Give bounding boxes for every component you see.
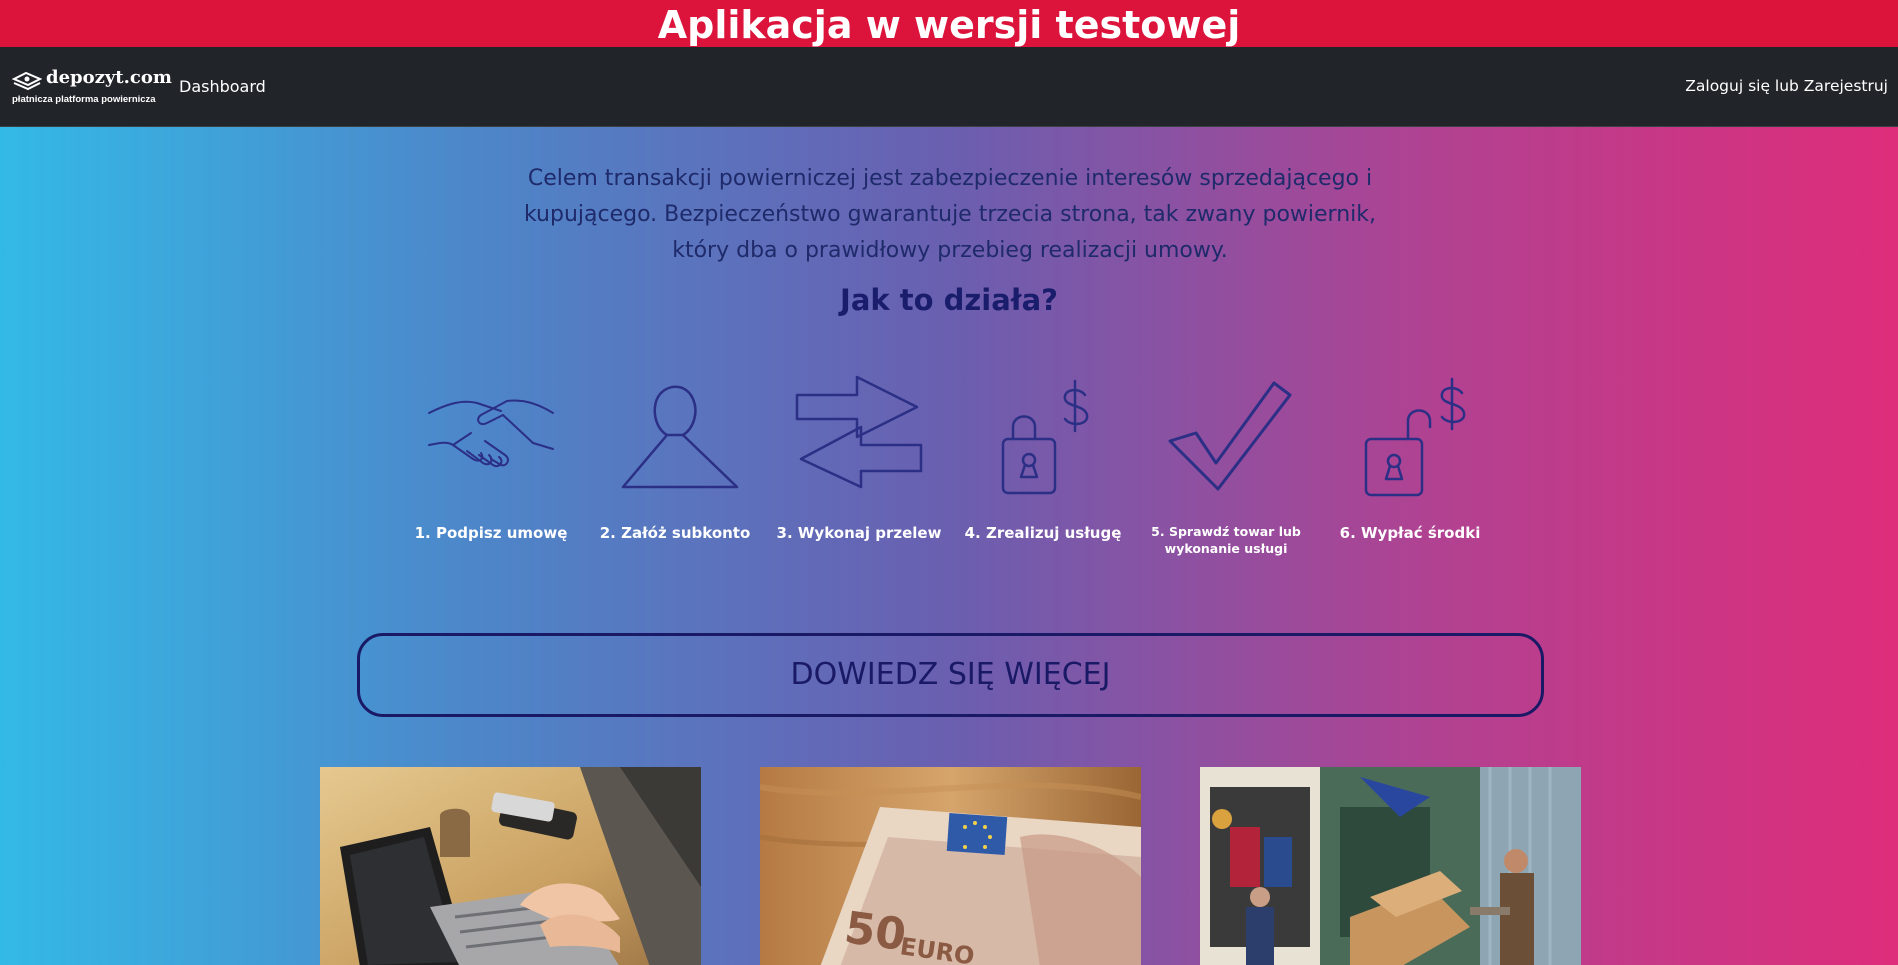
step-label: 6. Wypłać środki [1339, 524, 1481, 542]
top-navbar: depozyt.com płatnicza platforma powierni… [0, 47, 1898, 127]
brand-tagline: płatnicza platforma powiernicza [12, 94, 156, 105]
step-label: 1. Podpisz umowę [414, 524, 568, 542]
test-version-banner: Aplikacja w wersji testowej [0, 0, 1898, 47]
photo-laptop [320, 767, 701, 965]
brand-logo[interactable]: depozyt.com płatnicza platforma powierni… [12, 67, 172, 109]
hero-section: Celem transakcji powierniczej jest zabez… [0, 127, 1898, 965]
nav-link-dashboard[interactable]: Dashboard [179, 77, 266, 96]
learn-more-button[interactable]: DOWIEDZ SIĘ WIĘCEJ [357, 633, 1544, 717]
money-stack-icon [12, 71, 42, 91]
login-register-link[interactable]: Zaloguj się lub Zarejestruj [1685, 77, 1888, 95]
brand-name: depozyt.com [46, 67, 172, 88]
intro-text: Celem transakcji powierniczej jest zabez… [523, 166, 1377, 263]
transfer-arrows-icon [795, 375, 923, 489]
user-icon [621, 385, 739, 489]
step-label: 2. Załóż subkonto [599, 524, 751, 542]
step-label: 4. Zrealizuj usługę [964, 524, 1122, 542]
step-label: 3. Wykonaj przelew [776, 524, 942, 542]
checkmark-icon [1168, 381, 1292, 491]
unlocked-padlock-dollar-icon [1364, 377, 1466, 497]
photo-delivery [1200, 767, 1581, 965]
step-label: 5. Sprawdź towar lub wykonanie usługi [1151, 524, 1301, 556]
how-it-works-title: Jak to działa? [840, 283, 1058, 317]
locked-padlock-dollar-icon [1001, 379, 1089, 495]
handshake-icon [428, 399, 554, 467]
photo-euro-banknote: 50 EURO [760, 767, 1141, 965]
